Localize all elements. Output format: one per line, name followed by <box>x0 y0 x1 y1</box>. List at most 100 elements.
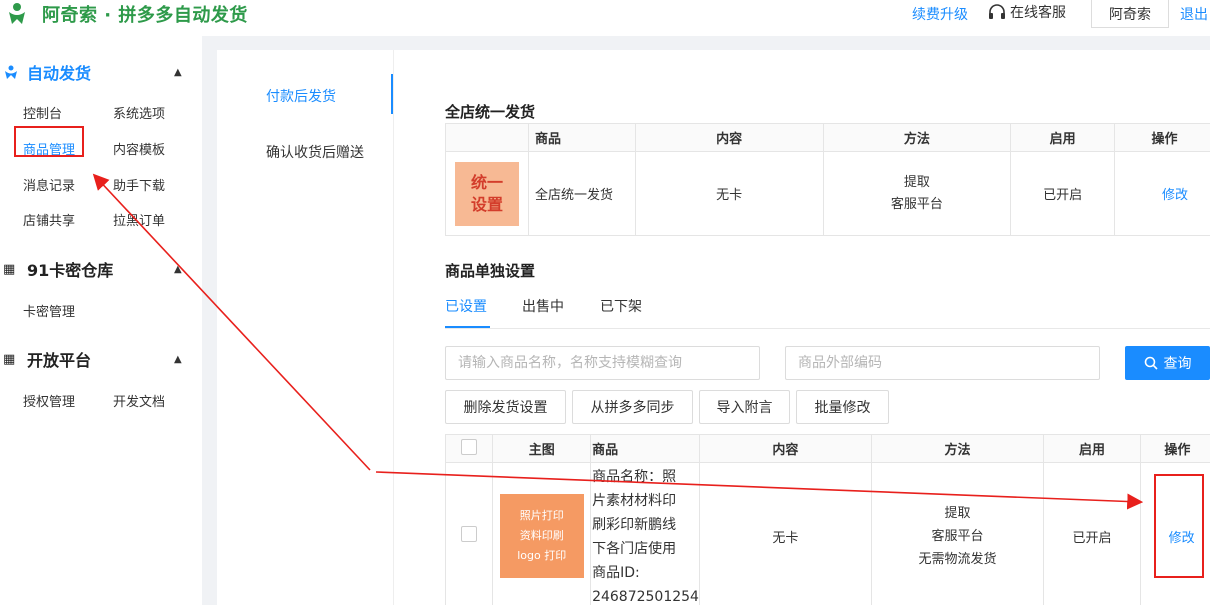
col-header-select <box>444 434 494 463</box>
thumb-text: 统一 <box>470 172 503 192</box>
logo-icon <box>9 3 25 24</box>
content-cell: 无卡 <box>698 462 872 605</box>
method-cell: 提取 客服平台 <box>822 151 1012 236</box>
delete-shipping-settings-button[interactable]: 删除发货设置 <box>445 390 566 424</box>
sidebar-item-card-management[interactable]: 卡密管理 <box>23 301 75 320</box>
product-name-search-input[interactable] <box>445 346 760 380</box>
method-cell: 提取 客服平台 无需物流发货 <box>870 462 1045 605</box>
sidebar-group-title: 开放平台 <box>27 351 92 370</box>
tab-configured[interactable]: 已设置 <box>445 296 487 316</box>
product-text: 下各门店使用 <box>592 541 677 557</box>
product-thumbnail: 照片打印 资料印刷 logo 打印 <box>499 494 584 578</box>
thumb-cell: 统一 设置 <box>445 151 529 236</box>
status-cell: 已开启 <box>1010 151 1116 236</box>
sync-from-pdd-button[interactable]: 从拼多多同步 <box>572 390 693 424</box>
search-button-label: 查询 <box>1163 355 1192 371</box>
edit-link[interactable]: 修改 <box>1162 188 1188 203</box>
app-title: 阿奇索 · 拼多多自动发货 <box>42 5 248 26</box>
select-cell <box>444 462 494 605</box>
sidebar-item-authorization[interactable]: 授权管理 <box>23 391 75 410</box>
product-text: 商品名称：照 <box>592 469 677 485</box>
sidebar-item-dashboard[interactable]: 控制台 <box>23 103 62 122</box>
sidebar-item-message-log[interactable]: 消息记录 <box>23 175 75 194</box>
chevron-up-icon: ▲ <box>174 66 182 78</box>
grid-icon: ▦ <box>3 261 16 277</box>
action-cell: 修改 <box>1114 151 1210 236</box>
subnav-after-receipt[interactable]: 确认收货后赠送 <box>266 142 364 162</box>
sidebar-group-title: 自动发货 <box>27 64 92 83</box>
sidebar-item-content-template[interactable]: 内容模板 <box>113 139 165 158</box>
col-header-enabled: 启用 <box>1010 123 1116 152</box>
grid-icon: ▦ <box>3 351 16 367</box>
sidebar-item-store-share[interactable]: 店铺共享 <box>23 210 75 229</box>
col-header-action: 操作 <box>1139 434 1210 463</box>
online-service-button[interactable]: 在线客服 <box>988 2 1066 22</box>
import-notes-button[interactable]: 导入附言 <box>699 390 790 424</box>
method-text: 客服平台 <box>890 196 943 212</box>
sidebar-item-dev-docs[interactable]: 开发文档 <box>113 391 165 410</box>
product-code-input[interactable] <box>785 346 1100 380</box>
auto-ship-icon <box>5 65 17 79</box>
tab-on-sale[interactable]: 出售中 <box>522 296 564 316</box>
sidebar: 自动发货 ▲ 控制台 系统选项 商品管理 内容模板 消息记录 助手下载 店铺共享… <box>0 36 202 605</box>
product-id: 246872501254 <box>592 589 699 605</box>
content-cell: 无卡 <box>634 151 824 236</box>
chevron-up-icon: ▲ <box>174 353 182 365</box>
tab-active-indicator <box>445 326 490 328</box>
sidebar-item-system-options[interactable]: 系统选项 <box>113 103 165 122</box>
product-text: 商品ID: <box>592 565 640 581</box>
search-button[interactable]: 查询 <box>1125 346 1210 380</box>
col-header-enabled: 启用 <box>1043 434 1141 463</box>
sidebar-group-open-platform[interactable]: ▦ 开放平台 ▲ <box>0 347 202 371</box>
renew-link[interactable]: 续费升级 <box>912 4 968 24</box>
online-service-label: 在线客服 <box>1010 5 1066 21</box>
batch-edit-button[interactable]: 批量修改 <box>796 390 889 424</box>
product-text: 刷彩印新鹏线 <box>592 517 677 533</box>
method-text: 提取 <box>903 174 930 190</box>
select-all-checkbox[interactable] <box>461 438 478 455</box>
col-header-method: 方法 <box>822 123 1012 152</box>
logout-link[interactable]: 退出 <box>1180 4 1208 24</box>
sidebar-group-title: 91卡密仓库 <box>27 261 114 280</box>
headset-icon <box>989 4 1005 19</box>
product-cell: 商品名称：照 片素材材料印 刷彩印新鹏线 下各门店使用 商品ID: 246872… <box>590 462 700 605</box>
edit-link[interactable]: 修改 <box>1169 531 1195 546</box>
status-cell: 已开启 <box>1043 462 1141 605</box>
table-row: 照片打印 资料印刷 logo 打印 商品名称：照 片素材材料印 刷彩印新鹏线 下… <box>444 462 1210 605</box>
method-text: 客服平台 <box>931 528 984 544</box>
image-cell: 照片打印 资料印刷 logo 打印 <box>492 462 592 605</box>
sidebar-item-product-management[interactable]: 商品管理 <box>23 139 75 158</box>
col-header-product: 商品 <box>590 434 700 463</box>
unified-section-title: 全店统一发货 <box>445 103 536 121</box>
tab-off-shelf[interactable]: 已下架 <box>600 296 642 316</box>
thumb-text: 资料印刷 <box>519 529 564 542</box>
row-checkbox[interactable] <box>461 526 478 542</box>
subnav-after-payment[interactable]: 付款后发货 <box>266 86 336 106</box>
unified-thumbnail: 统一 设置 <box>454 161 519 226</box>
col-header-image: 主图 <box>492 434 592 463</box>
method-text: 提取 <box>944 505 971 521</box>
col-header-method: 方法 <box>870 434 1045 463</box>
thumb-text: logo 打印 <box>517 549 567 562</box>
top-header: 阿奇索 · 拼多多自动发货 续费升级 在线客服 阿奇索 退出 <box>0 0 1210 36</box>
col-header-product: 商品 <box>527 123 636 152</box>
search-icon <box>1144 356 1158 370</box>
sidebar-group-auto-ship[interactable]: 自动发货 ▲ <box>0 60 202 84</box>
action-cell: 修改 <box>1139 462 1210 605</box>
tab-divider <box>445 328 1210 329</box>
sidebar-group-card-warehouse[interactable]: ▦ 91卡密仓库 ▲ <box>0 257 202 281</box>
thumb-text: 照片打印 <box>519 509 564 522</box>
col-header-content: 内容 <box>698 434 872 463</box>
sidebar-item-assistant-download[interactable]: 助手下载 <box>113 175 165 194</box>
col-header-thumb <box>445 123 529 152</box>
unified-table: 商品 内容 方法 启用 操作 统一 设置 全店统一发货 无卡 提取 客服平台 已… <box>445 123 1210 236</box>
col-header-content: 内容 <box>634 123 824 152</box>
product-cell: 全店统一发货 <box>527 151 636 236</box>
user-menu[interactable]: 阿奇索 <box>1091 0 1169 28</box>
individual-section-title: 商品单独设置 <box>445 262 536 280</box>
col-header-action: 操作 <box>1114 123 1210 152</box>
subnav-divider <box>393 50 394 605</box>
method-text: 无需物流发货 <box>918 551 997 567</box>
thumb-text: 设置 <box>470 194 503 214</box>
sidebar-item-blacklist-orders[interactable]: 拉黑订单 <box>113 210 165 229</box>
